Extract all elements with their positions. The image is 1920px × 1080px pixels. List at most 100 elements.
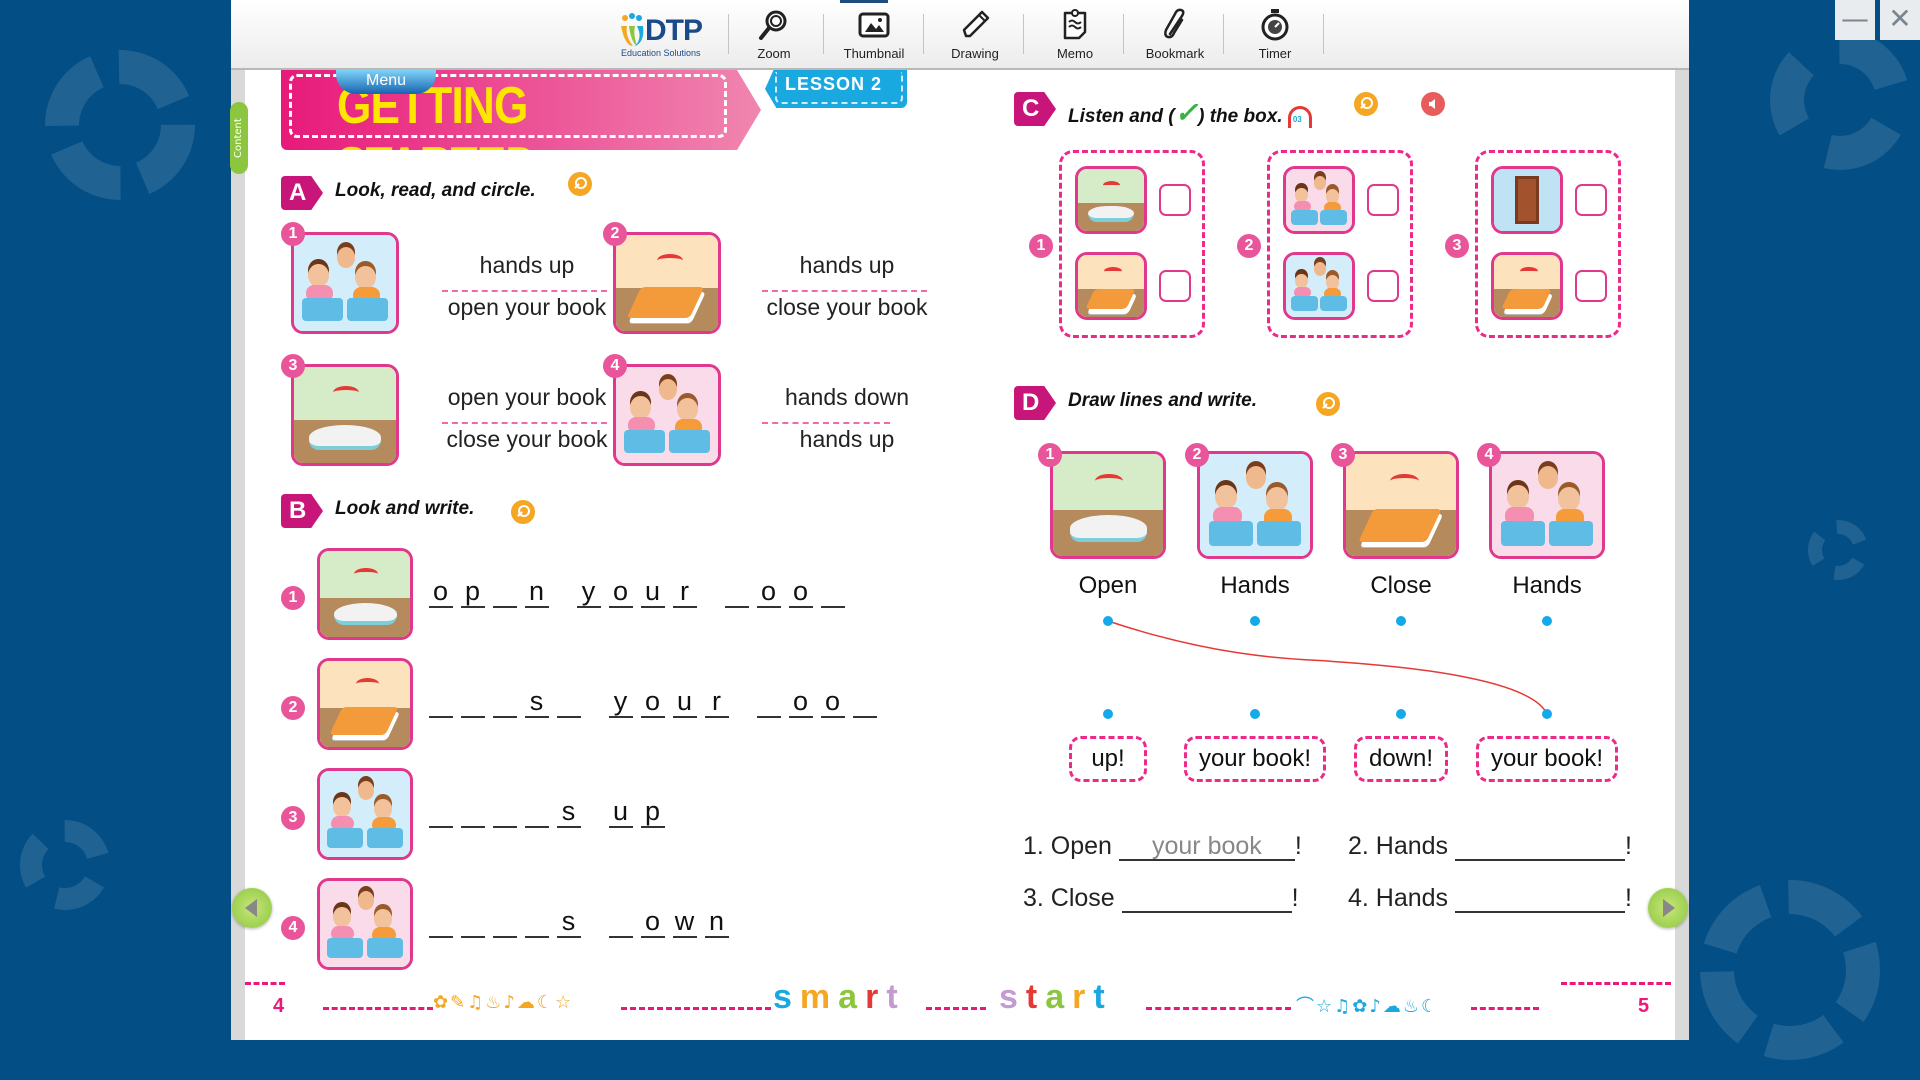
blank-slot[interactable] xyxy=(461,796,485,828)
thumbnail-button[interactable]: Thumbnail xyxy=(829,6,919,66)
given-letter: s xyxy=(557,796,581,828)
item-number-badge: 1 xyxy=(1038,443,1062,467)
answer-blank[interactable]: your book xyxy=(1118,833,1295,861)
given-letter: s xyxy=(525,686,549,718)
blank-slot[interactable] xyxy=(429,686,453,718)
curved-arrow-icon xyxy=(332,386,360,399)
checkbox[interactable] xyxy=(1159,184,1191,216)
checkbox[interactable] xyxy=(1367,270,1399,302)
option-text[interactable]: hands up xyxy=(757,426,937,453)
answer-phrase-box: your book! xyxy=(1184,736,1326,782)
answer-phrase-box: your book! xyxy=(1476,736,1618,782)
checkbox[interactable] xyxy=(1159,270,1191,302)
option-text[interactable]: hands up xyxy=(757,252,937,279)
desk-illustration xyxy=(1291,209,1318,225)
blank-slot[interactable] xyxy=(525,906,549,938)
footer-doodles-left: ✿✎♫♨♪☁☾☆ xyxy=(433,992,574,1013)
option-text[interactable]: open your book xyxy=(437,294,617,321)
blank-slot[interactable] xyxy=(557,686,581,718)
answer-blank[interactable] xyxy=(1121,885,1292,913)
picture-word: Open xyxy=(1078,572,1138,599)
blank-slot[interactable] xyxy=(493,796,517,828)
toolbar-separator xyxy=(1223,14,1224,54)
brand-letter: s xyxy=(999,978,1026,1016)
blank-slot[interactable] xyxy=(821,576,845,608)
bookmark-button[interactable]: Bookmark xyxy=(1130,6,1220,66)
sentence-suffix: ! xyxy=(1625,884,1632,912)
pencil-icon xyxy=(962,10,990,38)
drawing-button[interactable]: Drawing xyxy=(930,6,1020,66)
brand-letter: s xyxy=(773,978,800,1016)
blank-slot[interactable] xyxy=(493,906,517,938)
option-text[interactable]: close your book xyxy=(757,294,937,321)
close-button[interactable]: ✕ xyxy=(1880,0,1920,40)
match-dot-top[interactable] xyxy=(1542,616,1552,626)
match-dot-bottom[interactable] xyxy=(1250,709,1260,719)
match-dot-bottom[interactable] xyxy=(1396,709,1406,719)
blank-slot[interactable] xyxy=(429,906,453,938)
answer-phrase-box: down! xyxy=(1354,736,1448,782)
desk-illustration xyxy=(1208,521,1253,546)
logo-subtitle: Education Solutions xyxy=(621,48,701,58)
toolbar-separator xyxy=(1123,14,1124,54)
blank-slot[interactable] xyxy=(609,906,633,938)
answer-blank[interactable] xyxy=(1455,885,1626,913)
background-decoration xyxy=(1770,30,1910,170)
blank-slot[interactable] xyxy=(853,686,877,718)
blank-slot[interactable] xyxy=(493,686,517,718)
option-divider xyxy=(762,422,890,424)
match-dot-top[interactable] xyxy=(1250,616,1260,626)
checkbox[interactable] xyxy=(1575,184,1607,216)
letter-blanks[interactable]: s your oo xyxy=(429,686,885,718)
letter-blanks[interactable]: s own xyxy=(429,906,737,938)
picture-children-hands-down xyxy=(1283,166,1355,234)
memo-label: Memo xyxy=(1056,46,1094,61)
checkbox[interactable] xyxy=(1367,184,1399,216)
letter-blanks[interactable]: sup xyxy=(429,796,673,828)
blank-slot[interactable] xyxy=(525,796,549,828)
desk-illustration xyxy=(327,827,364,849)
given-letter: o xyxy=(789,686,813,718)
next-page-button[interactable] xyxy=(1648,888,1688,928)
option-text[interactable]: hands up xyxy=(437,252,617,279)
match-dot-bottom[interactable] xyxy=(1103,709,1113,719)
sentence-prefix: 4. Hands xyxy=(1348,884,1449,912)
paperclip-icon xyxy=(1164,8,1185,39)
curved-arrow-icon xyxy=(656,254,684,267)
blank-slot[interactable] xyxy=(757,686,781,718)
answer-blank[interactable] xyxy=(1455,833,1626,861)
item-number-badge: 2 xyxy=(1185,443,1209,467)
option-text[interactable]: open your book xyxy=(437,384,617,411)
child-figure xyxy=(357,891,374,911)
given-letter: u xyxy=(673,686,697,718)
blank-slot[interactable] xyxy=(461,906,485,938)
previous-page-button[interactable] xyxy=(232,888,272,928)
child-figure xyxy=(357,781,374,801)
zoom-button[interactable]: Zoom xyxy=(729,6,819,66)
match-dot-top[interactable] xyxy=(1103,616,1113,626)
blank-slot[interactable] xyxy=(461,686,485,718)
checkbox[interactable] xyxy=(1575,270,1607,302)
option-text[interactable]: close your book xyxy=(437,426,617,453)
item-number-badge: 4 xyxy=(603,354,627,378)
minimize-button[interactable]: — xyxy=(1835,0,1875,40)
option-text[interactable]: hands down xyxy=(757,384,937,411)
desk-illustration xyxy=(302,298,343,322)
brand-letter: r xyxy=(1072,978,1094,1016)
timer-button[interactable]: Timer xyxy=(1230,6,1320,66)
option-divider xyxy=(762,290,927,292)
memo-button[interactable]: Memo xyxy=(1030,6,1120,66)
letter-blanks[interactable]: op nyour oo xyxy=(429,576,853,608)
sentence-suffix: ! xyxy=(1294,832,1302,860)
footer-dashed-line xyxy=(245,982,285,985)
match-dot-top[interactable] xyxy=(1396,616,1406,626)
item-number-badge: 3 xyxy=(281,806,305,830)
blank-slot[interactable] xyxy=(725,576,749,608)
blank-slot[interactable] xyxy=(493,576,517,608)
background-decoration xyxy=(20,820,110,910)
brand-letter: m xyxy=(799,978,839,1016)
match-dot-bottom[interactable] xyxy=(1542,709,1552,719)
blank-slot[interactable] xyxy=(429,796,453,828)
desk-illustration xyxy=(1320,295,1347,311)
